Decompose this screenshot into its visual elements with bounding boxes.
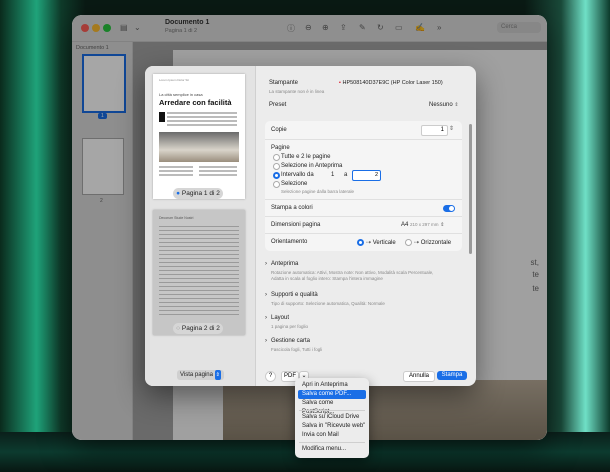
- section-detail: Rotazione automatica: Attivi, Mostra not…: [271, 270, 434, 281]
- section-chevron-icon: ›: [265, 315, 267, 321]
- printer-select[interactable]: ▪ HP508140D37E9C (HP Color Laser 150): [339, 80, 443, 86]
- page-view-label: Vista pagina: [180, 372, 213, 378]
- preset-value: Nessuno: [429, 102, 453, 108]
- pages-selection-label: Selezione: [281, 181, 308, 187]
- section-title: Anteprima: [271, 261, 299, 267]
- divider: [265, 216, 462, 217]
- divider: [265, 199, 462, 200]
- paper-size-value: A4: [401, 222, 409, 228]
- printer-warning-icon: ▪: [339, 80, 341, 86]
- page1-text-lines: [199, 166, 237, 168]
- paper-size-select[interactable]: A4 210 x 297 mm ⇕: [401, 222, 444, 228]
- print-dialog: Lorem Ipsum Dolor Sit La città semplice …: [145, 66, 476, 386]
- divider: [265, 139, 462, 140]
- orientation-landscape-radio[interactable]: [405, 239, 412, 246]
- page-2-of-2-label: Pagina 2 di 2: [181, 325, 220, 332]
- print-settings-pane: Stampante La stampante non è in linea ▪ …: [257, 66, 476, 386]
- pages-all-label: Tutte e 2 le pagine: [281, 154, 331, 160]
- menu-item-send-via-mail[interactable]: Invia con Mail: [298, 431, 366, 440]
- section-chevron-icon: ›: [265, 338, 267, 344]
- menu-item-open-in-preview[interactable]: Apri in Anteprima: [298, 381, 366, 390]
- page2-small-header: Decorum Stude Nostri: [159, 216, 194, 220]
- landscape-icon: ⇢: [414, 240, 420, 246]
- chevron-updown-icon: ⇕: [454, 102, 459, 108]
- help-button[interactable]: ?: [265, 371, 276, 382]
- range-from-input[interactable]: 1: [331, 172, 334, 178]
- page1-photo: [159, 132, 239, 162]
- section-detail: 1 pagina per foglio: [271, 324, 309, 329]
- section-chevron-icon: ›: [265, 261, 267, 267]
- chevron-updown-icon: ⇕: [214, 370, 221, 380]
- range-to-input[interactable]: 2: [352, 170, 381, 181]
- page-view-select[interactable]: Vista pagina ⇕: [177, 370, 224, 380]
- page-1-of-2-label: Pagina 1 di 2: [181, 190, 220, 197]
- orientation-landscape-label: Orizzontale: [420, 240, 452, 246]
- checkmark-icon: ●: [176, 190, 181, 197]
- page-1-of-2-badge: ● Pagina 1 di 2: [173, 188, 223, 199]
- pages-all-radio[interactable]: [273, 154, 280, 161]
- page1-kicker: La città semplice in casa: [159, 92, 203, 97]
- page1-title: Arredare con facilità: [159, 98, 232, 107]
- menu-item-save-as-pdf[interactable]: Salva come PDF...: [298, 390, 366, 399]
- circle-icon: ○: [176, 325, 181, 332]
- divider: [265, 233, 462, 234]
- pdf-dropdown-menu: Apri in Anteprima Salva come PDF... Salv…: [295, 378, 369, 458]
- settings-scrollbar[interactable]: [469, 124, 472, 254]
- menu-separator: [299, 442, 365, 443]
- menu-item-save-to-icloud[interactable]: Salva su iCloud Drive: [298, 413, 366, 422]
- orientation-portrait-radio[interactable]: [357, 239, 364, 246]
- menu-item-save-to-web-receipts[interactable]: Salva in "Ricevute web": [298, 422, 366, 431]
- print-button[interactable]: Stampa: [437, 371, 467, 380]
- page-2-of-2-badge: ○ Pagina 2 di 2: [173, 323, 223, 334]
- page1-dropcap: [159, 112, 165, 122]
- preview-page-1[interactable]: Lorem Ipsum Dolor Sit La città semplice …: [153, 74, 245, 199]
- section-title: Gestione carta: [271, 338, 311, 344]
- print-preview-pane: Lorem Ipsum Dolor Sit La città semplice …: [145, 66, 256, 386]
- pages-selection-radio[interactable]: [273, 181, 280, 188]
- menu-separator: [299, 410, 365, 411]
- preview-page-2[interactable]: Decorum Stude Nostri: [153, 210, 245, 335]
- copies-input[interactable]: 1: [421, 125, 448, 136]
- section-title: Layout: [271, 315, 290, 321]
- range-to-label: a: [344, 172, 348, 178]
- orientation-label: Orientamento: [271, 239, 308, 245]
- print-options-panel: Copie 1 ⇕ Pagine Tutte e 2 le pagine Sel…: [265, 121, 462, 251]
- color-print-label: Stampa a colori: [271, 205, 313, 211]
- chevron-updown-icon: ⇕: [440, 222, 445, 228]
- pages-selection-hint: Selezione pagine dalla barra laterale: [281, 189, 355, 194]
- page1-small-header: Lorem Ipsum Dolor Sit: [159, 78, 189, 82]
- pages-preview-selection-radio[interactable]: [273, 163, 280, 170]
- page1-text-lines: [159, 166, 193, 168]
- menu-item-edit-menu[interactable]: Modifica menu...: [298, 445, 366, 454]
- menu-item-save-as-postscript[interactable]: Salva come PostScript...: [298, 399, 366, 415]
- section-title: Supporti e qualità: [271, 292, 318, 298]
- color-print-toggle[interactable]: [443, 205, 455, 212]
- copies-label: Copie: [271, 127, 287, 133]
- copies-stepper[interactable]: ⇕: [449, 125, 454, 132]
- pages-label: Pagine: [271, 145, 290, 151]
- pages-range-radio[interactable]: [273, 172, 280, 179]
- orientation-portrait-label: Verticale: [372, 240, 396, 246]
- paper-size-detail: 210 x 297 mm: [410, 222, 439, 227]
- paper-size-label: Dimensioni pagina: [271, 222, 321, 228]
- section-detail: Fascicola fogli, Tutti i fogli: [271, 347, 323, 352]
- preset-select[interactable]: Nessuno ⇕: [429, 102, 459, 108]
- section-detail: Tipo di supporto: Selezione automatica, …: [271, 301, 385, 306]
- orientation-portrait-option: ⇢ Verticale: [366, 239, 396, 246]
- portrait-icon: ⇢: [366, 240, 372, 246]
- section-chevron-icon: ›: [265, 292, 267, 298]
- page1-text-lines: [167, 112, 237, 114]
- printer-label: Stampante: [269, 80, 299, 86]
- printer-value: HP508140D37E9C (HP Color Laser 150): [342, 80, 443, 86]
- cancel-button[interactable]: Annulla: [403, 371, 435, 382]
- orientation-landscape-option: ⇢ Orizzontale: [414, 239, 451, 246]
- preset-label: Preset: [269, 102, 287, 108]
- printer-status: La stampante non è in linea: [269, 89, 325, 94]
- page2-text-lines: [159, 226, 239, 227]
- pages-preview-selection-label: Selezione in Anteprima: [281, 163, 343, 169]
- pages-range-label: Intervallo da: [281, 172, 314, 178]
